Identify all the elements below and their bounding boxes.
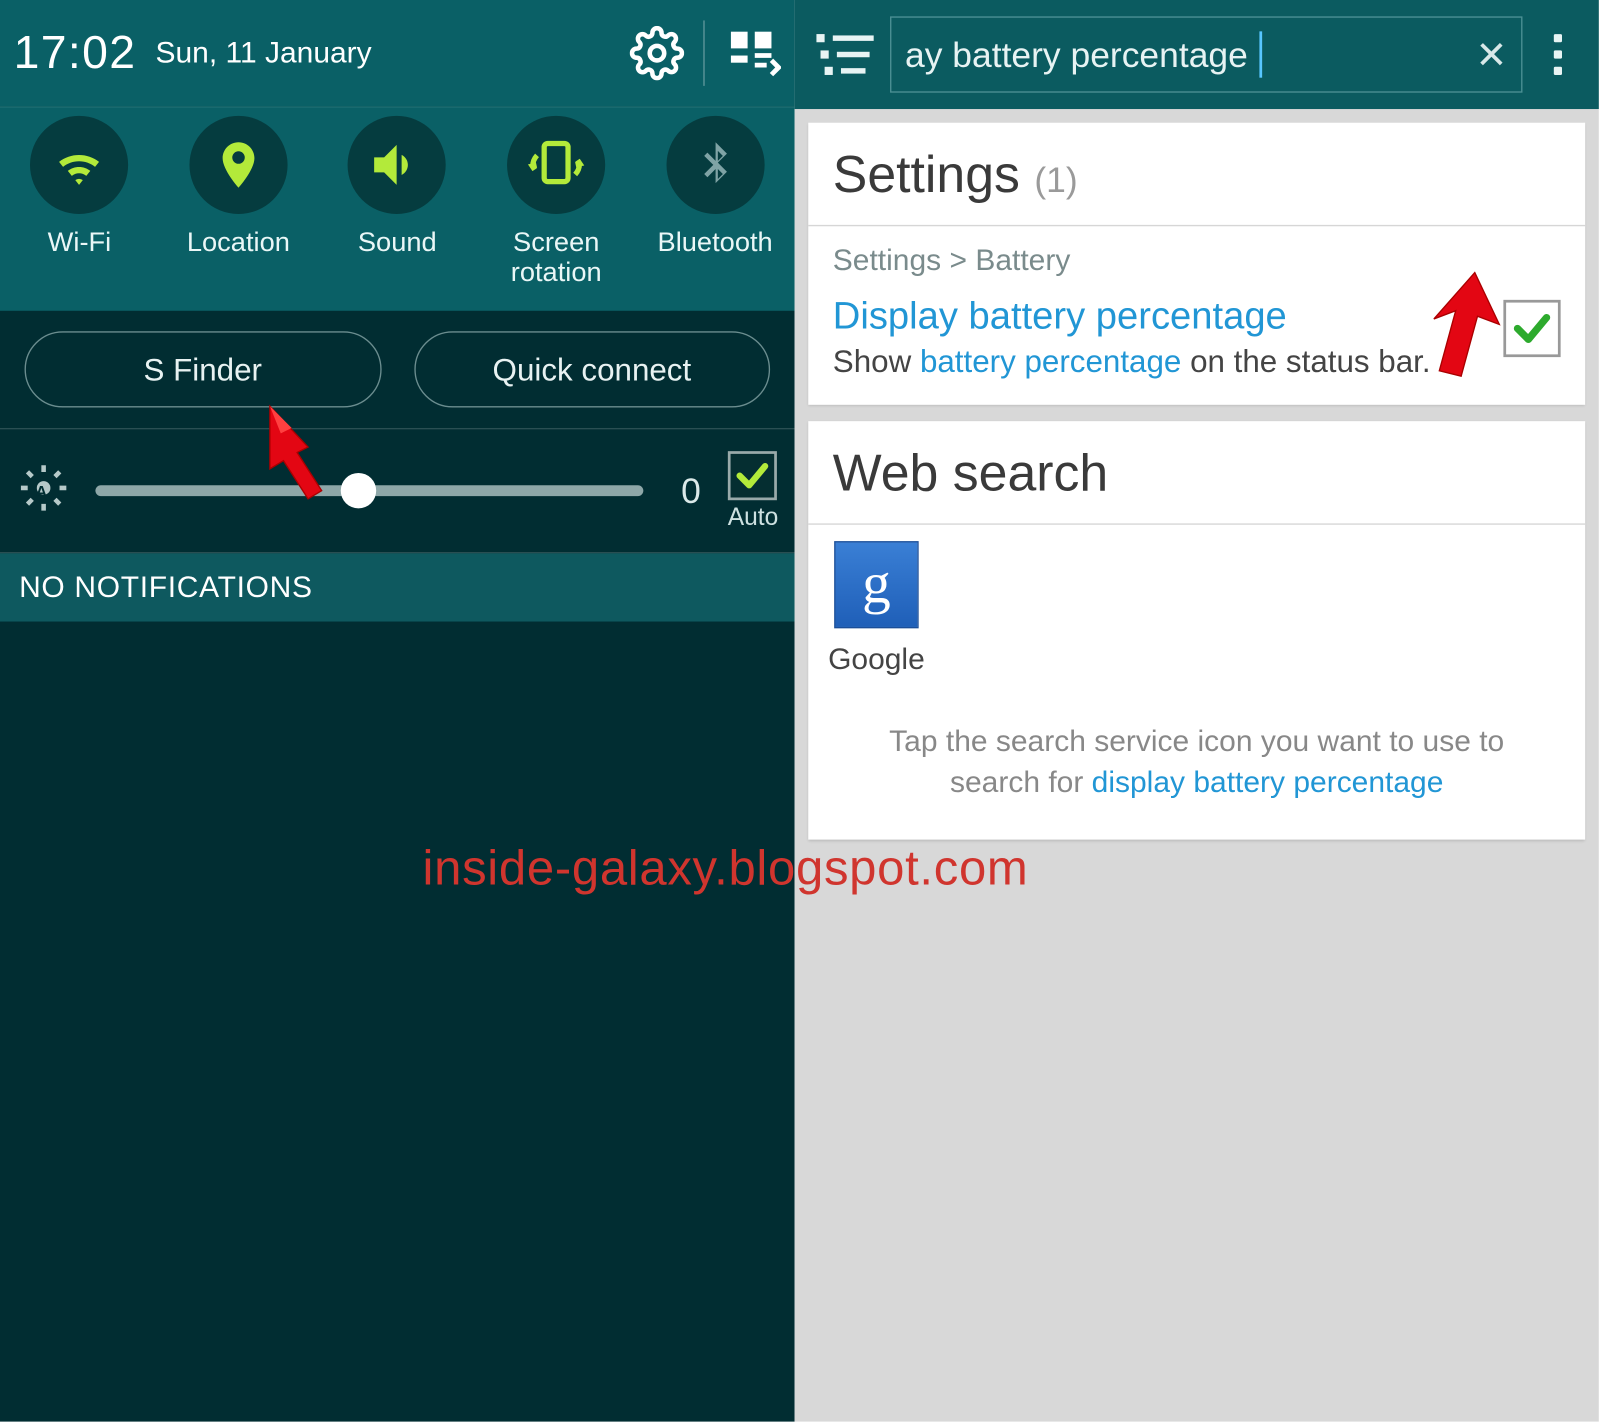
notification-panel: 17:02 Sun, 11 January Wi-Fi Location Sou… — [0, 0, 795, 1422]
quickconnect-label: Quick connect — [493, 351, 692, 388]
shortcut-buttons-row: S Finder Quick connect — [0, 311, 795, 428]
auto-brightness-toggle[interactable]: Auto — [728, 450, 778, 530]
clock-time: 17:02 — [14, 27, 137, 80]
settings-card-title: Settings (1) — [808, 123, 1585, 225]
setting-result-row[interactable]: Display battery percentage Show battery … — [808, 286, 1585, 405]
clear-search-icon[interactable]: ✕ — [1475, 32, 1507, 77]
notification-header: 17:02 Sun, 11 January — [0, 0, 795, 106]
hint-highlight: display battery percentage — [1092, 764, 1444, 798]
quick-panel-grid-icon[interactable] — [724, 25, 781, 82]
toggle-wifi[interactable]: Wi-Fi — [4, 116, 154, 258]
desc-pre: Show — [833, 343, 920, 378]
search-text: ay battery percentage — [905, 33, 1248, 75]
toggle-wifi-label: Wi-Fi — [48, 228, 112, 258]
settings-title-text: Settings — [833, 147, 1020, 204]
google-icon: g — [834, 541, 919, 628]
desc-highlight: battery percentage — [920, 343, 1181, 378]
result-breadcrumb: Settings > Battery — [808, 226, 1585, 286]
google-label: Google — [828, 642, 925, 677]
overflow-menu-icon[interactable] — [1531, 34, 1586, 75]
settings-results-card: Settings (1) Settings > Battery Display … — [808, 123, 1585, 405]
quick-toggles-row: Wi-Fi Location Sound Screen rotation Blu… — [0, 106, 795, 310]
no-notifications-label: NO NOTIFICATIONS — [0, 553, 795, 621]
toggle-rotation-label: Screen rotation — [481, 228, 631, 288]
auto-brightness-icon: A — [16, 460, 71, 521]
toggle-bluetooth-label: Bluetooth — [658, 228, 773, 258]
clock-date: Sun, 11 January — [156, 35, 630, 70]
brightness-value: 0 — [668, 470, 714, 512]
sfinder-header: ay battery percentage ✕ — [795, 0, 1599, 109]
svg-text:A: A — [36, 483, 48, 500]
search-input[interactable]: ay battery percentage ✕ — [890, 16, 1522, 92]
web-search-card: Web search g Google Tap the search servi… — [808, 421, 1585, 840]
header-actions — [630, 20, 781, 85]
header-divider — [703, 20, 704, 85]
toggle-bluetooth[interactable]: Bluetooth — [640, 116, 790, 258]
toggle-sound[interactable]: Sound — [322, 116, 472, 258]
web-hint-text: Tap the search service icon you want to … — [808, 677, 1585, 834]
filter-list-icon[interactable] — [808, 34, 882, 75]
toggle-sound-label: Sound — [358, 228, 437, 258]
sfinder-label: S Finder — [143, 351, 261, 388]
toggle-location-label: Location — [187, 228, 290, 258]
settings-count: (1) — [1034, 159, 1077, 200]
sfinder-screen: ay battery percentage ✕ Settings (1) Set… — [795, 0, 1599, 1422]
auto-checkbox[interactable] — [729, 450, 778, 499]
text-caret — [1259, 31, 1262, 77]
brightness-row: A 0 Auto — [0, 428, 795, 553]
auto-label: Auto — [728, 502, 778, 531]
result-checkbox[interactable] — [1503, 300, 1560, 357]
web-card-title: Web search — [808, 421, 1585, 523]
toggle-location[interactable]: Location — [163, 116, 313, 258]
results-area: Settings (1) Settings > Battery Display … — [795, 109, 1599, 840]
toggle-rotation[interactable]: Screen rotation — [481, 116, 631, 288]
settings-gear-icon[interactable] — [630, 26, 685, 81]
google-search-app[interactable]: g Google — [808, 525, 944, 678]
sfinder-button[interactable]: S Finder — [25, 331, 381, 407]
result-description: Show battery percentage on the status ba… — [833, 343, 1431, 380]
desc-post: on the status bar. — [1181, 343, 1430, 378]
quickconnect-button[interactable]: Quick connect — [414, 331, 770, 407]
brightness-slider[interactable] — [95, 485, 643, 496]
brightness-thumb[interactable] — [341, 473, 376, 508]
result-title: Display battery percentage — [833, 294, 1431, 338]
